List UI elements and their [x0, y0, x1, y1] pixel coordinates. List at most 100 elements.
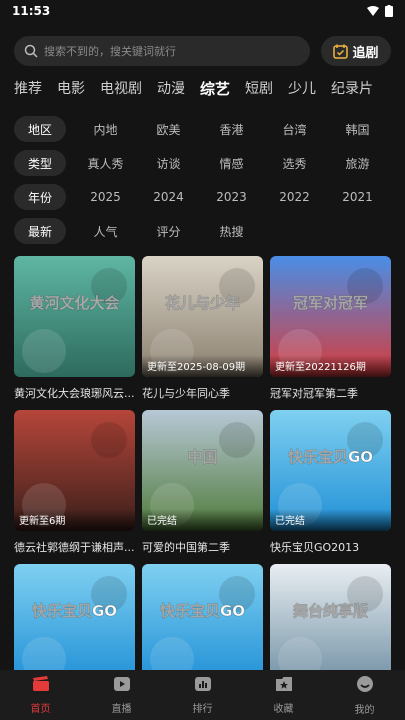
- content-card[interactable]: 冠军对冠军更新至20221126期冠军对冠军第二季: [270, 256, 391, 401]
- filter-option[interactable]: 台湾: [263, 121, 326, 138]
- nav-label: 直播: [111, 703, 132, 715]
- card-title[interactable]: 花儿与少年同心季: [142, 385, 263, 401]
- filter-options: 2025 2024 2023 2022 2021: [74, 190, 389, 204]
- svg-text:快乐宝贝GO: 快乐宝贝GO: [32, 602, 117, 620]
- battery-icon: [385, 5, 393, 17]
- filter-options: 内地 欧美 香港 台湾 韩国: [74, 121, 389, 138]
- poster-image[interactable]: 舞台纯享版: [270, 564, 391, 685]
- tab-1[interactable]: 电影: [57, 78, 85, 99]
- filter-option[interactable]: 香港: [200, 121, 263, 138]
- filter-options: 人气 评分 热搜: [74, 223, 263, 240]
- poster-image[interactable]: 快乐宝贝GO: [142, 564, 263, 685]
- bottom-nav: 首页 直播 排行 收藏 我的: [0, 670, 405, 720]
- status-bar: 11:53: [0, 0, 405, 22]
- wifi-icon: [367, 6, 379, 16]
- tab-0[interactable]: 推荐: [14, 78, 42, 99]
- card-title[interactable]: 冠军对冠军第二季: [270, 385, 391, 401]
- clapperboard-icon: [32, 675, 50, 696]
- star-folder-icon: [275, 676, 293, 696]
- filter-row: 最新 人气 评分 热搜: [14, 218, 263, 244]
- filter-option[interactable]: 评分: [137, 223, 200, 240]
- filter-option[interactable]: 2021: [326, 190, 389, 204]
- track-button[interactable]: 追剧: [321, 36, 391, 66]
- poster-image[interactable]: 中国已完结: [142, 410, 263, 531]
- svg-text:中国: 中国: [187, 448, 217, 466]
- filter-option[interactable]: 内地: [74, 121, 137, 138]
- filter-option[interactable]: 欧美: [137, 121, 200, 138]
- search-icon: [24, 44, 38, 58]
- filter-option[interactable]: 热搜: [200, 223, 263, 240]
- card-title[interactable]: 黄河文化大会琅琊风云...: [14, 385, 135, 401]
- filter-key[interactable]: 最新: [14, 218, 66, 244]
- content-card[interactable]: 舞台纯享版: [270, 564, 391, 685]
- content-card[interactable]: 快乐宝贝GO: [142, 564, 263, 685]
- episode-badge: 已完结: [147, 516, 177, 527]
- filter-option[interactable]: 情感: [200, 155, 263, 172]
- poster-image[interactable]: 快乐宝贝GO 已完结: [270, 410, 391, 531]
- card-title[interactable]: 快乐宝贝GO2013: [270, 539, 391, 555]
- svg-text:黄河文化大会: 黄河文化大会: [29, 294, 119, 312]
- content-card[interactable]: 更新至6期德云社郭德纲于谦相声...: [14, 410, 135, 555]
- content-card[interactable]: 黄河文化大会 黄河文化大会琅琊风云...: [14, 256, 135, 401]
- svg-text:快乐宝贝GO: 快乐宝贝GO: [288, 448, 373, 466]
- tab-4[interactable]: 综艺: [200, 78, 230, 99]
- poster-image[interactable]: 冠军对冠军更新至20221126期: [270, 256, 391, 377]
- svg-text:冠军对冠军: 冠军对冠军: [293, 294, 368, 312]
- nav-item-3[interactable]: 收藏: [243, 670, 324, 720]
- poster-image[interactable]: 更新至6期: [14, 410, 135, 531]
- nav-item-2[interactable]: 排行: [162, 670, 243, 720]
- content-card[interactable]: 中国已完结可爱的中国第二季: [142, 410, 263, 555]
- card-title[interactable]: 德云社郭德纲于谦相声...: [14, 539, 135, 555]
- episode-badge: 已完结: [275, 516, 305, 527]
- tab-3[interactable]: 动漫: [157, 78, 185, 99]
- nav-label: 首页: [30, 703, 51, 715]
- chart-icon: [194, 676, 212, 696]
- filter-option[interactable]: 访谈: [137, 155, 200, 172]
- filter-option[interactable]: 韩国: [326, 121, 389, 138]
- nav-label: 排行: [192, 703, 213, 715]
- filter-option[interactable]: 2025: [74, 190, 137, 204]
- svg-text:花儿与少年: 花儿与少年: [165, 294, 240, 312]
- tab-7[interactable]: 纪录片: [331, 78, 373, 99]
- nav-item-0[interactable]: 首页: [0, 670, 81, 720]
- poster-image[interactable]: 花儿与少年更新至2025-08-09期: [142, 256, 263, 377]
- nav-label: 收藏: [273, 703, 294, 715]
- search-input[interactable]: 搜索不到的，搜关键词就行: [14, 36, 310, 66]
- poster-image[interactable]: 快乐宝贝GO: [14, 564, 135, 685]
- smile-icon: [356, 675, 374, 697]
- nav-item-4[interactable]: 我的: [324, 670, 405, 720]
- filter-row: 年份 2025 2024 2023 2022 2021: [14, 184, 389, 210]
- filter-row: 地区 内地 欧美 香港 台湾 韩国: [14, 116, 389, 142]
- tab-2[interactable]: 电视剧: [100, 78, 142, 99]
- tab-5[interactable]: 短剧: [245, 78, 273, 99]
- filter-option[interactable]: 人气: [74, 223, 137, 240]
- svg-text:舞台纯享版: 舞台纯享版: [293, 602, 368, 620]
- tab-6[interactable]: 少儿: [288, 78, 316, 99]
- card-title[interactable]: 可爱的中国第二季: [142, 539, 263, 555]
- poster-image[interactable]: 黄河文化大会: [14, 256, 135, 377]
- category-tabs: 推荐 电影 电视剧 动漫 综艺 短剧 少儿 纪录片: [14, 78, 373, 99]
- filter-key[interactable]: 年份: [14, 184, 66, 210]
- filter-key[interactable]: 类型: [14, 150, 66, 176]
- filter-option[interactable]: 2023: [200, 190, 263, 204]
- episode-badge: 更新至6期: [19, 516, 66, 527]
- track-button-label: 追剧: [352, 45, 379, 61]
- filter-option[interactable]: 选秀: [263, 155, 326, 172]
- filter-key[interactable]: 地区: [14, 116, 66, 142]
- svg-text:快乐宝贝GO: 快乐宝贝GO: [160, 602, 245, 620]
- play-icon: [113, 676, 131, 696]
- filter-option[interactable]: 2024: [137, 190, 200, 204]
- content-card[interactable]: 快乐宝贝GO: [14, 564, 135, 685]
- content-card[interactable]: 花儿与少年更新至2025-08-09期花儿与少年同心季: [142, 256, 263, 401]
- filter-option[interactable]: 旅游: [326, 155, 389, 172]
- filter-option[interactable]: 真人秀: [74, 155, 137, 172]
- calendar-icon: [333, 44, 349, 59]
- filter-option[interactable]: 2022: [263, 190, 326, 204]
- episode-badge: 更新至20221126期: [275, 362, 366, 373]
- status-time: 11:53: [12, 4, 51, 18]
- filter-row: 类型 真人秀 访谈 情感 选秀 旅游: [14, 150, 389, 176]
- nav-label: 我的: [354, 704, 375, 716]
- nav-item-1[interactable]: 直播: [81, 670, 162, 720]
- episode-badge: 更新至2025-08-09期: [147, 362, 246, 373]
- content-card[interactable]: 快乐宝贝GO 已完结快乐宝贝GO2013: [270, 410, 391, 555]
